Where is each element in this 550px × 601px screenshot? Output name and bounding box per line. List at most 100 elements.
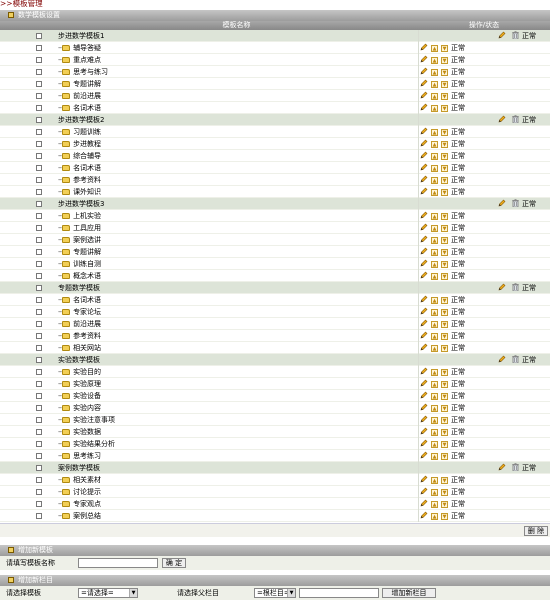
item-label[interactable]: 辅导答疑 — [73, 44, 101, 52]
edit-icon[interactable] — [420, 295, 428, 303]
move-up-icon[interactable]: ▲ — [431, 477, 438, 484]
move-up-icon[interactable]: ▲ — [431, 405, 438, 412]
edit-icon[interactable] — [420, 259, 428, 267]
row-checkbox[interactable] — [36, 177, 42, 183]
move-down-icon[interactable]: ▼ — [441, 249, 448, 256]
edit-icon[interactable] — [420, 367, 428, 375]
move-down-icon[interactable]: ▼ — [441, 153, 448, 160]
row-checkbox[interactable] — [36, 261, 42, 267]
edit-icon[interactable] — [498, 115, 506, 123]
edit-icon[interactable] — [420, 175, 428, 183]
row-checkbox[interactable] — [36, 213, 42, 219]
edit-icon[interactable] — [420, 235, 428, 243]
move-up-icon[interactable]: ▲ — [431, 165, 438, 172]
move-up-icon[interactable]: ▲ — [431, 333, 438, 340]
edit-icon[interactable] — [420, 127, 428, 135]
item-label[interactable]: 案例选讲 — [73, 236, 101, 244]
row-checkbox[interactable] — [36, 441, 42, 447]
trash-icon[interactable] — [512, 115, 519, 124]
move-down-icon[interactable]: ▼ — [441, 321, 448, 328]
row-checkbox[interactable] — [36, 165, 42, 171]
move-up-icon[interactable]: ▲ — [431, 141, 438, 148]
item-label[interactable]: 专题讲解 — [73, 248, 101, 256]
move-up-icon[interactable]: ▲ — [431, 249, 438, 256]
edit-icon[interactable] — [420, 391, 428, 399]
move-down-icon[interactable]: ▼ — [441, 105, 448, 112]
item-label[interactable]: 步进教程 — [73, 140, 101, 148]
item-label[interactable]: 专家观点 — [73, 500, 101, 508]
edit-icon[interactable] — [420, 307, 428, 315]
item-label[interactable]: 综合辅导 — [73, 152, 101, 160]
move-down-icon[interactable]: ▼ — [441, 429, 448, 436]
item-label[interactable]: 实验设备 — [73, 392, 101, 400]
add-column-button[interactable]: 增加新栏目 — [382, 588, 436, 598]
move-down-icon[interactable]: ▼ — [441, 129, 448, 136]
row-checkbox[interactable] — [36, 225, 42, 231]
item-label[interactable]: 实验结果分析 — [73, 440, 115, 448]
item-label[interactable]: 参考资料 — [73, 176, 101, 184]
trash-icon[interactable] — [512, 463, 519, 472]
move-down-icon[interactable]: ▼ — [441, 213, 448, 220]
item-label[interactable]: 思考练习 — [73, 452, 101, 460]
row-checkbox[interactable] — [36, 69, 42, 75]
item-label[interactable]: 相关网站 — [73, 344, 101, 352]
row-checkbox[interactable] — [36, 345, 42, 351]
edit-icon[interactable] — [420, 451, 428, 459]
item-label[interactable]: 名词术语 — [73, 164, 101, 172]
move-down-icon[interactable]: ▼ — [441, 333, 448, 340]
item-label[interactable]: 专家论坛 — [73, 308, 101, 316]
item-label[interactable]: 参考资料 — [73, 332, 101, 340]
move-up-icon[interactable]: ▲ — [431, 393, 438, 400]
edit-icon[interactable] — [420, 91, 428, 99]
row-checkbox[interactable] — [36, 477, 42, 483]
column-name-input[interactable] — [299, 588, 379, 598]
move-down-icon[interactable]: ▼ — [441, 345, 448, 352]
row-checkbox[interactable] — [36, 129, 42, 135]
row-checkbox[interactable] — [36, 321, 42, 327]
move-down-icon[interactable]: ▼ — [441, 381, 448, 388]
move-up-icon[interactable]: ▲ — [431, 153, 438, 160]
group-checkbox[interactable] — [36, 33, 42, 39]
move-down-icon[interactable]: ▼ — [441, 177, 448, 184]
item-label[interactable]: 讨论提示 — [73, 488, 101, 496]
edit-icon[interactable] — [420, 79, 428, 87]
row-checkbox[interactable] — [36, 405, 42, 411]
move-up-icon[interactable]: ▲ — [431, 441, 438, 448]
move-up-icon[interactable]: ▲ — [431, 369, 438, 376]
edit-icon[interactable] — [498, 199, 506, 207]
edit-icon[interactable] — [420, 103, 428, 111]
item-label[interactable]: 相关素材 — [73, 476, 101, 484]
item-label[interactable]: 实验目的 — [73, 368, 101, 376]
move-up-icon[interactable]: ▲ — [431, 297, 438, 304]
edit-icon[interactable] — [420, 487, 428, 495]
trash-icon[interactable] — [512, 283, 519, 292]
edit-icon[interactable] — [420, 163, 428, 171]
edit-icon[interactable] — [420, 415, 428, 423]
row-checkbox[interactable] — [36, 513, 42, 519]
row-checkbox[interactable] — [36, 45, 42, 51]
row-checkbox[interactable] — [36, 93, 42, 99]
move-up-icon[interactable]: ▲ — [431, 189, 438, 196]
move-up-icon[interactable]: ▲ — [431, 381, 438, 388]
move-down-icon[interactable]: ▼ — [441, 501, 448, 508]
item-label[interactable]: 实验内容 — [73, 404, 101, 412]
template-name-input[interactable] — [78, 558, 158, 568]
template-select[interactable]: =请选择= ▼ — [78, 588, 138, 598]
item-label[interactable]: 重点难点 — [73, 56, 101, 64]
row-checkbox[interactable] — [36, 141, 42, 147]
edit-icon[interactable] — [420, 43, 428, 51]
move-up-icon[interactable]: ▲ — [431, 345, 438, 352]
move-up-icon[interactable]: ▲ — [431, 129, 438, 136]
move-up-icon[interactable]: ▲ — [431, 57, 438, 64]
trash-icon[interactable] — [512, 355, 519, 364]
move-down-icon[interactable]: ▼ — [441, 93, 448, 100]
row-checkbox[interactable] — [36, 273, 42, 279]
item-label[interactable]: 实验注意事项 — [73, 416, 115, 424]
move-up-icon[interactable]: ▲ — [431, 429, 438, 436]
move-down-icon[interactable]: ▼ — [441, 189, 448, 196]
item-label[interactable]: 概念术语 — [73, 272, 101, 280]
move-down-icon[interactable]: ▼ — [441, 477, 448, 484]
move-down-icon[interactable]: ▼ — [441, 441, 448, 448]
edit-icon[interactable] — [420, 403, 428, 411]
edit-icon[interactable] — [420, 139, 428, 147]
